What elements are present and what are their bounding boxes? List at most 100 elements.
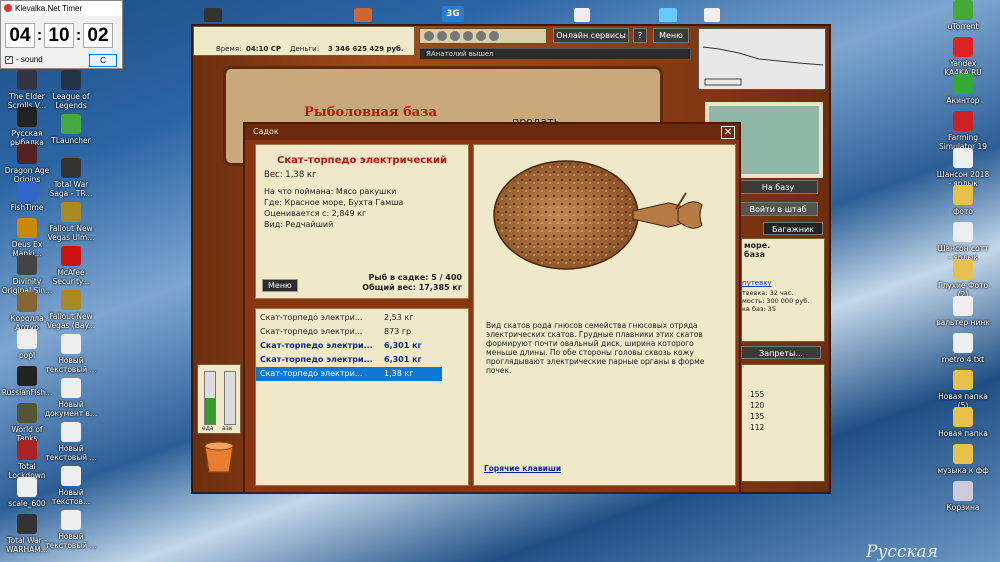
recycle-bin-icon: [953, 481, 973, 501]
fish-list-item[interactable]: Скат-торпедо электри... 2,53 кг: [256, 311, 442, 325]
baggage-button[interactable]: Багажник: [763, 222, 823, 235]
fish-weight: Вес: 1,38 кг: [264, 170, 317, 180]
time-value: 04:10 СР: [246, 45, 281, 53]
text-file-icon: [953, 333, 973, 353]
desktop-icon[interactable]: вальтер нинк: [936, 296, 990, 327]
fish-list-item[interactable]: Скат-торпедо электри... 6,301 кг: [256, 353, 442, 367]
desktop-icon[interactable]: фото: [936, 185, 990, 216]
divinity-icon: [17, 255, 37, 275]
chanson-icon: [953, 148, 973, 168]
graph-svg: [702, 46, 824, 86]
fish-list-name: Скат-торпедо электри...: [260, 355, 373, 364]
second-meter: [224, 371, 236, 425]
folder-icon: [953, 370, 973, 390]
desktop-icon[interactable]: metro 4.txt: [936, 333, 990, 364]
fish-list-weight: 6,301 кг: [384, 341, 422, 350]
yandex-icon: [953, 37, 973, 57]
farming-icon: [953, 111, 973, 131]
desktop-icon-label: uTorrent: [947, 22, 979, 31]
desktop-icon[interactable]: Новый текстовый ...: [44, 334, 98, 374]
fish-value: Оценивается с: 2,849 кг: [264, 209, 367, 218]
desktop-icon[interactable]: Новая папка: [936, 407, 990, 438]
desktop-icon[interactable]: Fallout New Vegas Ulm...: [44, 202, 98, 242]
bait-icon[interactable]: [489, 31, 499, 41]
help-button[interactable]: ?: [633, 28, 647, 43]
location-panel: море. база путевку твевка: 32 час. мость…: [741, 238, 825, 342]
bait-icon[interactable]: [450, 31, 460, 41]
desktop-icon[interactable]: Шансон сотт - ярлык: [936, 222, 990, 262]
menu-button[interactable]: Меню: [653, 28, 689, 43]
bucket-icon[interactable]: [199, 436, 239, 476]
desktop-icon[interactable]: Новая папка (5): [936, 370, 990, 410]
akinator-icon: [953, 74, 973, 94]
hotkeys-link[interactable]: Горячие клавиши: [484, 464, 561, 473]
sadok-dialog: Садок ✕ Скат-торпедо электрический Вес: …: [243, 122, 741, 494]
number-value: 155: [750, 390, 765, 399]
bait-icon[interactable]: [476, 31, 486, 41]
desktop-icon[interactable]: Yandex KA4KA.RU: [936, 37, 990, 77]
file-icon: [17, 329, 37, 349]
time-label: Время:: [216, 45, 242, 53]
desktop-icon[interactable]: Farming Simulator 19: [936, 111, 990, 151]
desktop-icon[interactable]: Новый текстовый ...: [44, 422, 98, 462]
fish-description: Вид скатов рода гнюсов семейства гнюсовы…: [486, 321, 705, 375]
status-panel: Время: 04:10 СР Деньги: 3 346 625 429 ру…: [193, 26, 415, 56]
desktop-icon[interactable]: Total War Saga - TR...: [44, 158, 98, 198]
desktop-icon[interactable]: McAfee Security...: [44, 246, 98, 286]
to-base-button[interactable]: На базу: [738, 180, 818, 194]
tlauncher-icon: [61, 114, 81, 134]
book-title: Рыболовная база: [304, 105, 437, 120]
mcafee-icon: [61, 246, 81, 266]
fish-list-item[interactable]: Скат-торпедо электри... 873 гр: [256, 325, 442, 339]
fish-list-item[interactable]: Скат-торпедо электри... 6,301 кг: [256, 339, 442, 353]
desktop-icon-label: Новая папка: [938, 429, 988, 438]
desktop-icon-label: Fallout New Vegas Ulm...: [47, 224, 95, 242]
bans-button[interactable]: Запреты...: [741, 346, 821, 359]
folder-icon: [953, 185, 973, 205]
desktop-icon[interactable]: TLauncher: [44, 114, 98, 145]
headquarters-button[interactable]: Войти в штаб: [738, 202, 818, 216]
fish-list-item[interactable]: Скат-торпедо электри... 1,38 кг: [256, 367, 442, 381]
rr3-icon: [17, 107, 37, 127]
sound-checkbox[interactable]: ✓ - sound: [5, 55, 43, 64]
fish-list-name: Скат-торпедо электри...: [260, 341, 373, 350]
desktop-icon[interactable]: Новый текстовый ...: [44, 510, 98, 550]
desktop-icon[interactable]: League of Legends: [44, 70, 98, 110]
desktop-icon[interactable]: Новый документ в...: [44, 378, 98, 418]
dialog-title: Садок: [245, 124, 739, 140]
fish-info-panel: Скат-торпедо электрический Вес: 1,38 кг …: [255, 144, 469, 299]
desktop-icon[interactable]: музыка к фф: [936, 444, 990, 475]
desktop-icon[interactable]: Глухие Фото (2): [936, 259, 990, 299]
desktop-icon[interactable]: Fallout New Vegas (Bay...: [44, 290, 98, 330]
file-icon: [17, 477, 37, 497]
online-services-button[interactable]: Онлайн сервисы: [553, 28, 629, 43]
timer-seconds[interactable]: 02: [83, 23, 113, 48]
desktop-icon-label: Корзина: [946, 503, 980, 512]
meter-label: азк: [222, 425, 233, 432]
bait-icon[interactable]: [437, 31, 447, 41]
desktop-icon[interactable]: Корзина: [936, 481, 990, 512]
desktop-icon[interactable]: Новый текстов...: [44, 466, 98, 506]
timer-minutes[interactable]: 10: [44, 23, 74, 48]
side-link[interactable]: путевку: [742, 279, 824, 287]
chat-bar: ЯАнатолий вышел: [419, 48, 691, 60]
desktop-icon-label: фото: [953, 207, 973, 216]
number-value: 112: [750, 423, 765, 432]
desktop-icon-label: Новый текстовый ...: [45, 444, 97, 462]
number-value: 120: [750, 401, 765, 410]
dialog-menu-button[interactable]: Меню: [262, 279, 298, 292]
desktop-icon[interactable]: uTorrent: [936, 0, 990, 31]
desktop-icon[interactable]: Шансон 2018 - ярлык: [936, 148, 990, 188]
desktop-icon[interactable]: Акинтор: [936, 74, 990, 105]
fish-list: Скат-торпедо электри... 2,53 кг Скат-торпе…: [255, 308, 469, 486]
timer-hours[interactable]: 04: [5, 23, 35, 48]
text-file-icon: [61, 422, 81, 442]
fish-kind: Вид: Редчайший: [264, 220, 334, 229]
folder-icon: [953, 444, 973, 464]
timer-clear-button[interactable]: C: [89, 54, 117, 67]
fish-list-name: Скат-торпедо электри...: [260, 369, 363, 378]
close-icon[interactable]: ✕: [721, 126, 735, 139]
bait-icon[interactable]: [424, 31, 434, 41]
bait-icon[interactable]: [463, 31, 473, 41]
sound-check-mark[interactable]: ✓: [5, 55, 13, 64]
